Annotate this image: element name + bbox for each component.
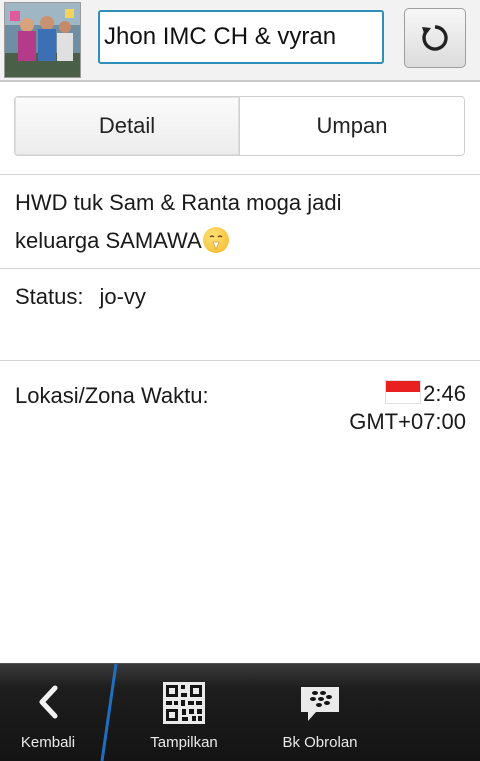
- location-label: Lokasi/Zona Waktu:: [15, 383, 209, 408]
- praying-face-emoji-icon: [202, 227, 229, 253]
- bbm-chat-button[interactable]: Bk Obrolan: [270, 664, 370, 761]
- contact-name-input[interactable]: [98, 10, 384, 64]
- refresh-icon: [422, 25, 448, 51]
- status-label: Status:: [15, 284, 84, 309]
- divider: [0, 268, 480, 269]
- status-value: jo-vy: [99, 284, 146, 309]
- message-line-1: HWD tuk Sam & Ranta moga jadi: [15, 190, 342, 215]
- bbm-chat-icon: [301, 687, 339, 721]
- personal-message: HWD tuk Sam & Ranta moga jadi keluarga S…: [15, 184, 465, 260]
- status-row: Status: jo-vy: [15, 283, 146, 311]
- bottom-action-bar: Kembali Tampilkan Bk Obrolan: [0, 663, 480, 761]
- indonesia-flag-icon: [385, 380, 422, 404]
- header-bar: [0, 0, 480, 82]
- chevron-left-icon: [39, 685, 58, 719]
- local-time: 2:46: [423, 381, 466, 406]
- show-label: Tampilkan: [150, 734, 218, 751]
- divider: [0, 360, 480, 361]
- avatar[interactable]: [4, 2, 81, 78]
- back-label: Kembali: [20, 734, 76, 751]
- back-button[interactable]: Kembali: [0, 664, 96, 761]
- qr-code-icon: [163, 682, 205, 724]
- refresh-button[interactable]: [404, 8, 466, 68]
- bar-divider: [100, 664, 118, 761]
- tab-umpan[interactable]: Umpan: [240, 97, 464, 155]
- divider: [0, 174, 480, 175]
- bbm-label: Bk Obrolan: [282, 734, 358, 751]
- show-barcode-button[interactable]: Tampilkan: [134, 664, 234, 761]
- tab-detail[interactable]: Detail: [15, 97, 240, 155]
- timezone: GMT+07:00: [349, 409, 466, 434]
- message-line-2: keluarga SAMAWA: [15, 228, 202, 253]
- location-value: 2:46 GMT+07:00: [349, 380, 466, 436]
- tab-bar: Detail Umpan: [14, 96, 465, 156]
